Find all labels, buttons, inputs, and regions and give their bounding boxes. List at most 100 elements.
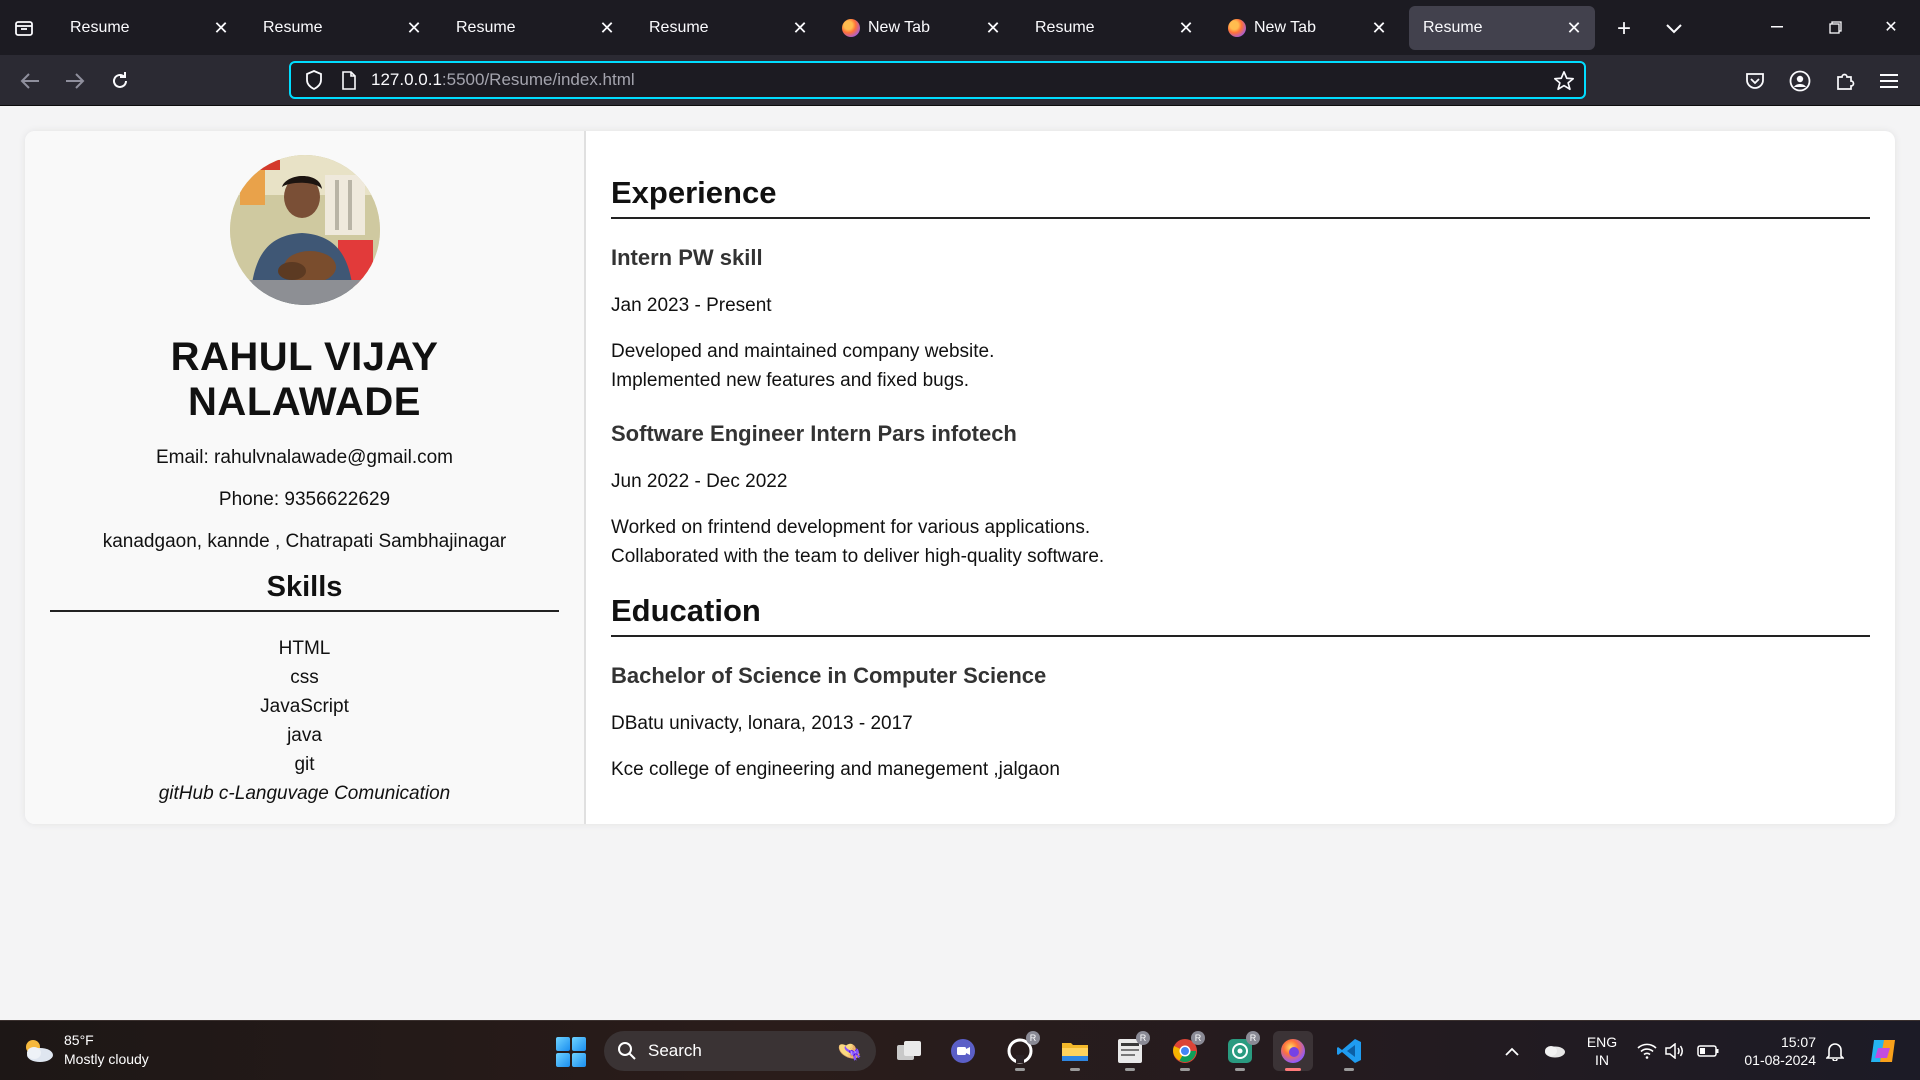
wifi-icon[interactable] — [1635, 1039, 1659, 1063]
search-label: Search — [648, 1041, 702, 1060]
job-description-line: Collaborated with the team to deliver hi… — [611, 546, 1105, 567]
tab-1[interactable]: Resume ✕ — [249, 6, 435, 50]
wordpad-icon[interactable]: R — [1110, 1031, 1150, 1071]
skill-item: HTML — [278, 638, 331, 659]
skills-list: HTML css JavaScript java git gitHub c-La… — [50, 634, 559, 808]
url-text[interactable]: 127.0.0.1:5500/Resume/index.html — [371, 70, 635, 90]
degree-title: Bachelor of Science in Computer Science — [611, 663, 1047, 688]
running-indicator — [1070, 1068, 1080, 1071]
job-entry: Software Engineer Intern Pars infotech J… — [611, 421, 1870, 571]
tab-6[interactable]: New Tab ✕ — [1214, 6, 1400, 50]
minimize-icon[interactable] — [1754, 10, 1800, 44]
teams-chat-icon[interactable] — [943, 1031, 983, 1071]
close-window-icon[interactable]: ✕ — [1868, 10, 1914, 44]
copilot-icon[interactable] — [1866, 1034, 1900, 1068]
taskbar-search[interactable]: Search 👒 — [604, 1031, 876, 1071]
firefox-view-icon[interactable] — [10, 14, 38, 42]
running-indicator — [1235, 1068, 1245, 1071]
tab-title: Resume — [456, 19, 516, 36]
bookmark-star-icon[interactable] — [1552, 69, 1576, 93]
profile-photo — [229, 155, 380, 305]
account-icon[interactable] — [1785, 66, 1815, 96]
job-description: Worked on frintend development for vario… — [611, 513, 1870, 571]
running-indicator — [1125, 1068, 1135, 1071]
file-explorer-icon[interactable] — [1055, 1031, 1095, 1071]
vscode-icon[interactable] — [1329, 1031, 1369, 1071]
skill-item: git — [294, 754, 315, 775]
onedrive-cloud-icon[interactable] — [1542, 1039, 1566, 1063]
contact-phone: Phone: 9356622629 — [218, 489, 391, 510]
chrome-icon[interactable]: R — [1165, 1031, 1205, 1071]
notifications-bell-icon[interactable] — [1823, 1039, 1847, 1063]
skills-heading: Skills — [50, 571, 559, 612]
battery-icon[interactable] — [1696, 1039, 1720, 1063]
contact-email: Email: rahulvnalawade@gmail.com — [155, 447, 454, 468]
url-host: 127.0.0.1 — [371, 70, 442, 89]
tab-close-icon[interactable]: ✕ — [592, 13, 622, 43]
chatgpt-icon[interactable]: R — [1220, 1031, 1260, 1071]
resume-card: RAHUL VIJAY NALAWADE Email: rahulvnalawa… — [25, 131, 1895, 824]
url-bar[interactable]: 127.0.0.1:5500/Resume/index.html — [289, 61, 1586, 99]
job-description-line: Developed and maintained company website… — [611, 341, 995, 362]
page-icon[interactable] — [339, 70, 359, 90]
firefox-taskbar-icon[interactable] — [1273, 1031, 1313, 1071]
running-indicator — [1285, 1068, 1301, 1071]
job-date: Jun 2022 - Dec 2022 — [611, 471, 788, 492]
job-date: Jan 2023 - Present — [611, 295, 772, 316]
tab-close-icon[interactable]: ✕ — [1559, 13, 1589, 43]
pocket-icon[interactable] — [1740, 66, 1770, 96]
running-indicator — [1344, 1068, 1354, 1071]
url-path: :5500/Resume/index.html — [441, 70, 635, 89]
job-title: Software Engineer Intern Pars infotech — [611, 421, 1017, 446]
tracking-protection-shield-icon[interactable] — [303, 69, 325, 91]
job-description-line: Worked on frintend development for vario… — [611, 517, 1091, 538]
lang-code: ENG — [1586, 1034, 1618, 1050]
tab-close-icon[interactable]: ✕ — [978, 13, 1008, 43]
tab-3[interactable]: Resume ✕ — [635, 6, 821, 50]
reload-icon[interactable] — [104, 65, 136, 97]
tab-close-icon[interactable]: ✕ — [785, 13, 815, 43]
profile-badge: R — [1191, 1031, 1205, 1045]
menu-hamburger-icon[interactable] — [1874, 66, 1904, 96]
tab-close-icon[interactable]: ✕ — [1171, 13, 1201, 43]
tab-close-icon[interactable]: ✕ — [206, 13, 236, 43]
clock-time: 15:07 — [1780, 1034, 1816, 1050]
tab-close-icon[interactable]: ✕ — [399, 13, 429, 43]
back-arrow-icon[interactable] — [14, 65, 46, 97]
university-line: DBatu univacty, lonara, 2013 - 2017 — [611, 713, 913, 734]
task-view-icon[interactable] — [889, 1031, 929, 1071]
tab-title: New Tab — [868, 19, 930, 36]
job-entry: Intern PW skill Jan 2023 - Present Devel… — [611, 245, 1870, 395]
tab-5[interactable]: Resume ✕ — [1021, 6, 1207, 50]
restore-icon[interactable] — [1812, 10, 1858, 44]
tab-4[interactable]: New Tab ✕ — [828, 6, 1014, 50]
taskbar-clock[interactable]: 15:07 01-08-2024 — [1730, 1033, 1816, 1069]
volume-icon[interactable] — [1663, 1039, 1687, 1063]
search-highlight-icon: 👒 — [837, 1041, 862, 1063]
tab-close-icon[interactable]: ✕ — [1364, 13, 1394, 43]
weather-desc: Mostly cloudy — [64, 1051, 149, 1067]
tab-title: Resume — [1423, 19, 1483, 36]
skill-item: JavaScript — [260, 696, 349, 717]
tab-title: Resume — [263, 19, 323, 36]
extensions-puzzle-icon[interactable] — [1830, 66, 1860, 96]
college-line: Kce college of engineering and manegemen… — [611, 759, 1060, 780]
tab-2[interactable]: Resume ✕ — [442, 6, 628, 50]
weather-widget[interactable]: 85°F Mostly cloudy — [20, 1031, 149, 1069]
search-icon — [616, 1040, 638, 1062]
input-language[interactable]: ENG IN — [1582, 1033, 1622, 1069]
show-hidden-icons-chevron-icon[interactable] — [1500, 1039, 1524, 1063]
list-all-tabs-chevron-icon[interactable] — [1659, 14, 1689, 44]
job-description: Developed and maintained company website… — [611, 337, 1870, 395]
tab-0[interactable]: Resume ✕ — [56, 6, 242, 50]
tab-7-active[interactable]: Resume ✕ — [1409, 6, 1595, 50]
profile-badge: R — [1026, 1031, 1040, 1045]
forward-arrow-icon[interactable] — [59, 65, 91, 97]
clock-date: 01-08-2024 — [1744, 1052, 1816, 1068]
windows-start-icon[interactable] — [556, 1037, 586, 1067]
running-indicator — [1180, 1068, 1190, 1071]
new-tab-plus-icon[interactable]: + — [1609, 14, 1639, 44]
github-desktop-icon[interactable]: R — [1000, 1031, 1040, 1071]
tab-bar: Resume ✕ Resume ✕ Resume ✕ Resume ✕ New … — [0, 0, 1920, 55]
tab-title: Resume — [70, 19, 130, 36]
